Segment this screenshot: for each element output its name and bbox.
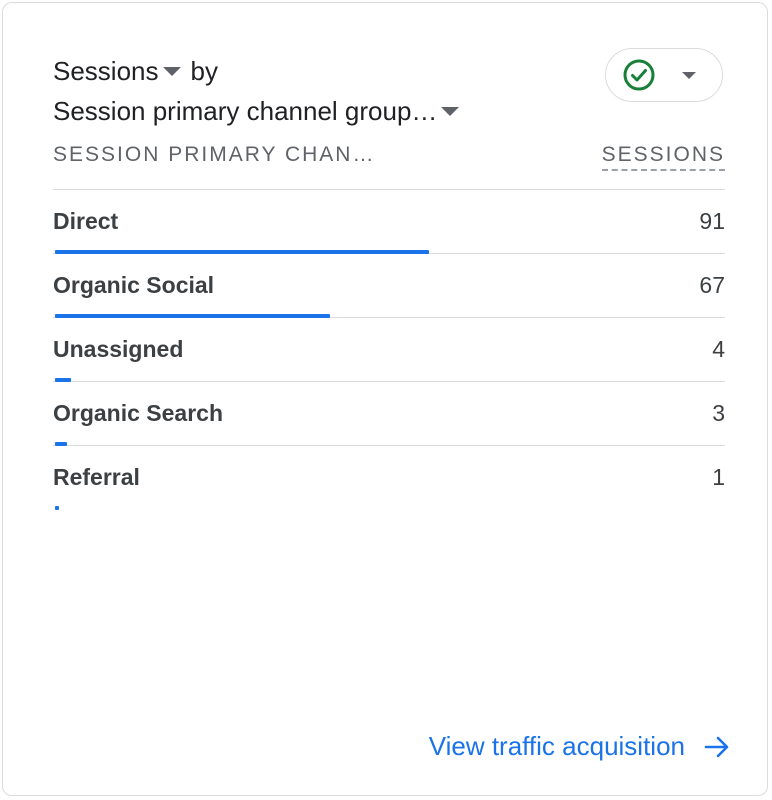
view-traffic-acquisition-link[interactable]: View traffic acquisition <box>429 731 731 762</box>
metric-caret-icon <box>162 66 181 76</box>
metric-label: Sessions <box>53 56 159 86</box>
arrow-right-icon <box>704 736 729 757</box>
card-title: Sessions by Session primary channel grou… <box>53 51 573 131</box>
check-circle-icon <box>623 59 655 91</box>
row-label: Unassigned <box>53 336 184 362</box>
row-value: 4 <box>712 336 725 362</box>
sessions-column-header[interactable]: SESSIONS <box>601 143 725 171</box>
dimension-label: Session primary channel group… <box>53 96 438 126</box>
dimension-dropdown[interactable]: Session primary channel group… <box>53 91 463 131</box>
row-label: Organic Social <box>53 272 215 298</box>
dimension-caret-icon <box>441 106 460 116</box>
chevron-down-icon <box>682 71 696 79</box>
row-label: Direct <box>53 208 119 234</box>
table-row: Unassigned 4 <box>53 318 725 382</box>
row-label: Organic Search <box>53 400 224 426</box>
channel-table: Direct 91 Organic Social 67 Unassigned 4… <box>53 190 725 510</box>
channel-sessions-card: Sessions by Session primary channel grou… <box>2 2 768 796</box>
row-value: 3 <box>712 400 725 426</box>
row-value: 67 <box>699 272 725 298</box>
row-value: 1 <box>712 464 725 490</box>
data-status-dropdown[interactable] <box>605 48 723 102</box>
table-row: Organic Search 3 <box>53 382 725 446</box>
row-label: Referral <box>53 464 140 490</box>
table-row: Referral 1 <box>53 446 725 510</box>
row-bar <box>55 506 59 510</box>
table-row: Direct 91 <box>53 190 725 254</box>
dimension-column-header: SESSION PRIMARY CHAN… <box>53 143 376 166</box>
link-label: View traffic acquisition <box>428 731 685 761</box>
by-label: by <box>190 56 218 86</box>
table-row: Organic Social 67 <box>53 254 725 318</box>
table-header: SESSION PRIMARY CHAN… SESSIONS <box>53 143 725 179</box>
row-value: 91 <box>699 208 725 234</box>
metric-dropdown[interactable]: Sessions <box>53 51 185 91</box>
